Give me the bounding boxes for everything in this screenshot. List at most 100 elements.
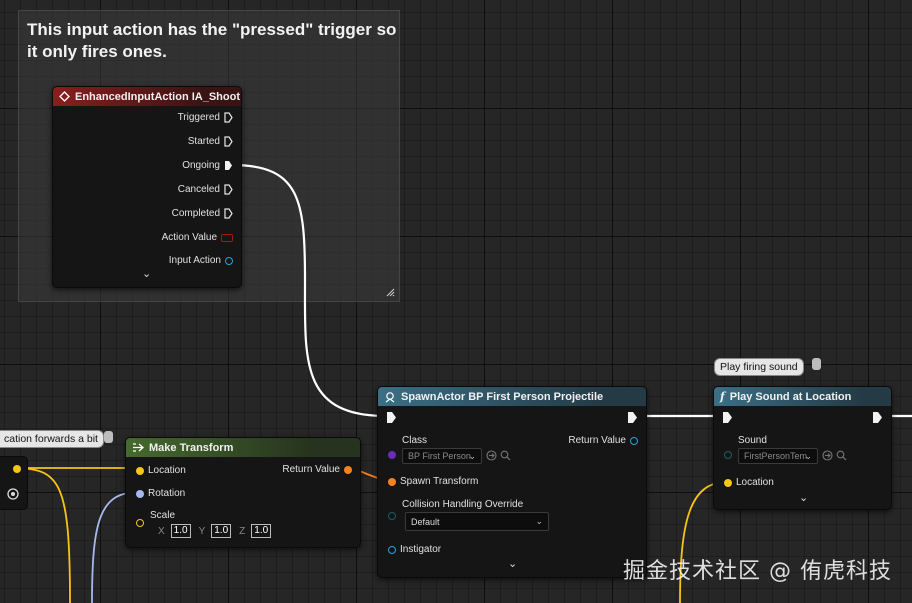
pin-row-sound-location: Location <box>724 477 774 488</box>
pin-label-triggered: Triggered <box>177 112 220 123</box>
mt-location-label: Location <box>148 465 186 476</box>
fragment-comment-bubble[interactable]: cation forwards a bit <box>0 430 104 448</box>
mt-scale-fields: X 1.0 Y 1.0 Z 1.0 <box>158 524 275 538</box>
pin-label-canceled: Canceled <box>177 184 220 195</box>
pin-row-input-action: Input Action <box>169 255 233 266</box>
play-sound-comment-bubble[interactable]: Play firing sound <box>714 358 804 376</box>
play-sound-node[interactable]: f Play Sound at Location Sound FirstPers… <box>713 386 892 510</box>
spawn-exec-in-icon[interactable] <box>386 411 397 424</box>
input-action-pin-icon[interactable] <box>225 256 233 265</box>
pin-label-action-value: Action Value <box>161 232 217 243</box>
make-transform-node[interactable]: Make Transform Location Rotation Scale X… <box>125 437 361 548</box>
scale-z-input[interactable]: 1.0 <box>251 524 272 538</box>
pin-label-input-action: Input Action <box>168 255 221 266</box>
mt-return-pin-icon[interactable] <box>344 465 352 474</box>
instigator-label: Instigator <box>400 544 442 555</box>
scale-y-label: Y <box>198 525 206 537</box>
class-select[interactable]: BP First Person ⌄ <box>402 448 482 464</box>
spawn-transform-label: Spawn Transform <box>400 476 479 487</box>
pin-row-completed: Completed <box>172 208 233 219</box>
browse-asset-icon[interactable] <box>500 450 511 461</box>
input-action-node[interactable]: EnhancedInputAction IA_Shoot Triggered S… <box>52 86 242 288</box>
pin-row-instigator: Instigator <box>388 544 441 555</box>
fragment-bubble-text: cation forwards a bit <box>4 433 98 445</box>
make-struct-icon <box>133 443 144 452</box>
input-action-header[interactable]: EnhancedInputAction IA_Shoot <box>53 87 241 106</box>
spawn-exec-out-icon[interactable] <box>627 411 638 424</box>
pin-row-mt-scale <box>136 519 144 527</box>
sound-expand-chevron-icon[interactable]: ⌄ <box>799 491 808 504</box>
watermark: 掘金技术社区 @ 侑虎科技 <box>623 559 892 584</box>
sound-exec-in-icon[interactable] <box>722 411 733 424</box>
spawn-class-pin-icon[interactable] <box>388 451 396 459</box>
exec-pin-started-icon[interactable] <box>224 136 233 147</box>
pin-row-triggered: Triggered <box>178 112 233 123</box>
play-sound-bubble-text: Play firing sound <box>720 361 798 373</box>
action-value-pin-icon[interactable] <box>221 233 233 242</box>
fragment-bubble-pin-icon[interactable] <box>104 431 113 443</box>
exec-pin-canceled-icon[interactable] <box>224 184 233 195</box>
collision-pin-icon[interactable] <box>388 512 396 520</box>
play-sound-bubble-pin-icon[interactable] <box>812 358 821 370</box>
spawn-actor-title: SpawnActor BP First Person Projectile <box>401 390 604 403</box>
play-sound-title: Play Sound at Location <box>729 390 852 403</box>
class-select-caret-icon: ⌄ <box>468 450 476 461</box>
fragment-location-pin[interactable] <box>13 465 21 473</box>
mt-scale-pin-icon[interactable] <box>136 519 144 527</box>
collision-label: Collision Handling Override <box>402 499 524 510</box>
exec-pin-ongoing-icon[interactable] <box>224 160 233 171</box>
spawn-class-label: Class <box>402 435 428 446</box>
spawn-actor-header[interactable]: SpawnActor BP First Person Projectile <box>378 387 646 406</box>
expand-chevron-icon[interactable]: ⌄ <box>142 267 151 280</box>
add-pin-icon[interactable] <box>7 488 19 500</box>
play-sound-header[interactable]: f Play Sound at Location <box>714 387 891 406</box>
exec-pin-completed-icon[interactable] <box>224 208 233 219</box>
spawn-transform-pin-icon[interactable] <box>388 477 396 486</box>
spawn-actor-node[interactable]: SpawnActor BP First Person Projectile Cl… <box>377 386 647 578</box>
fragment-node[interactable] <box>0 456 28 510</box>
sound-exec-out-icon[interactable] <box>872 411 883 424</box>
collision-label-row: Collision Handling Override <box>402 499 523 510</box>
spawn-expand-chevron-icon[interactable]: ⌄ <box>508 557 517 570</box>
scale-y-input[interactable]: 1.0 <box>211 524 232 538</box>
pin-row-mt-location: Location <box>136 465 186 476</box>
mt-location-pin-icon[interactable] <box>136 466 144 475</box>
event-icon <box>59 91 70 102</box>
scale-z-label: Z <box>239 525 246 537</box>
pin-row-mt-return: Return Value <box>282 464 352 475</box>
mt-rotation-label: Rotation <box>148 488 186 499</box>
pin-label-started: Started <box>187 136 220 147</box>
spawn-icon <box>385 391 395 402</box>
instigator-pin-icon[interactable] <box>388 545 396 554</box>
mt-rotation-pin-icon[interactable] <box>136 489 144 498</box>
pin-label-ongoing: Ongoing <box>182 160 220 171</box>
use-selected-asset-icon[interactable] <box>486 450 497 461</box>
scale-x-input[interactable]: 1.0 <box>170 524 191 538</box>
sound-select-caret-icon: ⌄ <box>804 450 812 461</box>
pin-row-started: Started <box>188 136 233 147</box>
exec-wire-ongoing-to-spawn <box>231 163 387 418</box>
class-select-value: BP First Person <box>408 451 471 461</box>
exec-pin-triggered-icon[interactable] <box>224 112 233 123</box>
pin-row-canceled: Canceled <box>178 184 233 195</box>
sound-label-row: Sound <box>738 435 767 446</box>
sound-label: Sound <box>738 435 767 446</box>
make-transform-header[interactable]: Make Transform <box>126 438 360 457</box>
mt-scale-label: Scale <box>150 510 176 521</box>
pin-label-completed: Completed <box>171 208 220 219</box>
spawn-class-label-row: Class <box>402 435 427 446</box>
pin-row-mt-rotation: Rotation <box>136 488 185 499</box>
scale-x-label: X <box>158 525 165 537</box>
sound-pin-icon[interactable] <box>724 451 732 459</box>
sound-location-pin-icon[interactable] <box>724 478 732 487</box>
sound-location-label: Location <box>736 477 774 488</box>
spawn-return-pin-icon[interactable] <box>630 436 638 445</box>
sound-browse-icon[interactable] <box>836 450 847 461</box>
sound-select-value: FirstPersonTem <box>744 451 808 461</box>
mt-return-label: Return Value <box>282 464 340 475</box>
collision-select[interactable]: Default ⌄ <box>405 512 549 531</box>
pin-row-ongoing: Ongoing <box>182 160 233 171</box>
pin-row-spawn-return: Return Value <box>568 435 638 446</box>
sound-select[interactable]: FirstPersonTem ⌄ <box>738 448 818 464</box>
sound-use-selected-icon[interactable] <box>822 450 833 461</box>
